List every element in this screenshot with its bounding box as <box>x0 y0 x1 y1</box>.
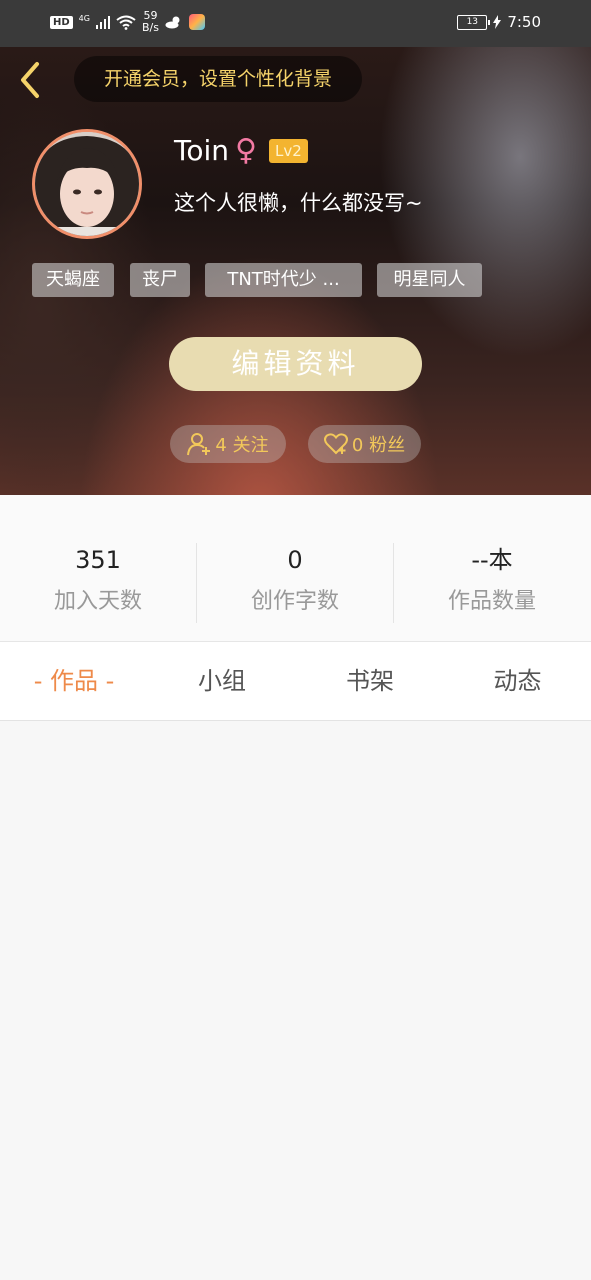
network-speed: 59 B/s <box>142 10 159 34</box>
add-user-icon <box>187 433 211 456</box>
clock: 7:50 <box>507 13 541 31</box>
stat-label: 作品数量 <box>447 589 536 614</box>
stat-value: --本 <box>471 546 513 574</box>
tab-activity[interactable]: 动态 <box>444 642 591 720</box>
avatar-image <box>35 132 139 236</box>
stat-label: 加入天数 <box>53 589 142 614</box>
chevron-left-icon <box>21 62 39 98</box>
stats-panel: 351 加入天数 0 创作字数 --本 作品数量 <box>0 495 591 642</box>
charging-icon <box>493 15 502 29</box>
hd-icon: HD <box>50 15 73 29</box>
stat-value: 0 <box>287 546 303 574</box>
stat-days-joined: 351 加入天数 <box>0 545 196 615</box>
vip-background-prompt[interactable]: 开通会员，设置个性化背景 <box>74 56 362 102</box>
tab-bookshelf[interactable]: 书架 <box>296 642 444 720</box>
tab-content-area <box>0 721 591 1280</box>
level-badge: Lv2 <box>269 138 308 163</box>
following-count: 4 关注 <box>215 435 269 456</box>
stat-works-count: --本 作品数量 <box>394 545 590 615</box>
followers-count: 0 粉丝 <box>351 435 406 456</box>
tag-item[interactable]: TNT时代少 ... <box>205 263 362 297</box>
stat-label: 创作字数 <box>250 589 339 614</box>
profile-header: 开通会员，设置个性化背景 Toin ♀ Lv2 这个人很懒，什么都没写~ 天蝎座… <box>0 47 591 495</box>
profile-name-row: Toin ♀ Lv2 <box>174 133 308 168</box>
wifi-icon <box>116 15 136 30</box>
edit-profile-button[interactable]: 编辑资料 <box>169 337 422 391</box>
signal-icon <box>95 15 110 29</box>
status-left: HD 4G 59 B/s <box>50 10 205 34</box>
back-button[interactable] <box>16 61 46 99</box>
username: Toin <box>174 134 230 167</box>
status-right: 13 7:50 <box>457 13 541 31</box>
profile-tabs: - 作品 - 小组 书架 动态 <box>0 642 591 721</box>
female-gender-icon: ♀ <box>235 133 257 168</box>
app-notification-icon <box>188 14 205 30</box>
battery-icon: 13 <box>457 14 491 30</box>
stat-value: 351 <box>75 546 121 574</box>
stat-word-count: 0 创作字数 <box>197 545 393 615</box>
following-button[interactable]: 4 关注 <box>170 425 286 463</box>
tab-groups[interactable]: 小组 <box>148 642 296 720</box>
followers-button[interactable]: 0 粉丝 <box>308 425 421 463</box>
profile-bio: 这个人很懒，什么都没写~ <box>174 191 423 215</box>
tag-item[interactable]: 天蝎座 <box>32 263 114 297</box>
network-type: 4G <box>78 13 90 23</box>
avatar[interactable] <box>32 129 142 239</box>
tag-item[interactable]: 明星同人 <box>377 263 482 297</box>
status-bar: HD 4G 59 B/s 13 7:50 <box>0 0 591 47</box>
tab-works[interactable]: - 作品 - <box>0 642 148 720</box>
heart-icon <box>323 433 348 455</box>
tag-item[interactable]: 丧尸 <box>130 263 190 297</box>
weather-icon <box>165 16 180 29</box>
speed-unit: B/s <box>141 21 159 34</box>
